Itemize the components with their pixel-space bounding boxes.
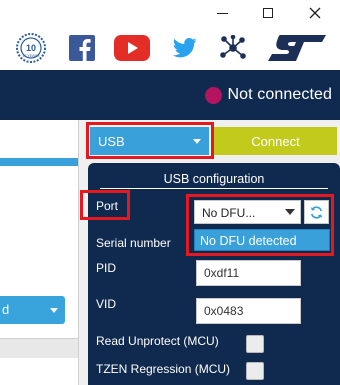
close-icon[interactable] (298, 0, 332, 26)
port-select-value: No DFU... (202, 206, 256, 220)
read-unprotect-checkbox[interactable] (246, 335, 264, 353)
title-underline (100, 188, 328, 189)
chevron-down-icon (193, 139, 201, 144)
refresh-icon (310, 205, 323, 219)
chevron-down-icon (50, 308, 58, 313)
interface-select[interactable]: USB (90, 127, 209, 155)
port-select[interactable]: No DFU... (194, 200, 301, 224)
badge-text: 10 YEARS (22, 54, 40, 58)
st-logo-icon[interactable] (262, 26, 332, 70)
pid-field[interactable]: 0xdf11 (196, 260, 301, 286)
maximize-icon[interactable] (251, 0, 285, 26)
usb-configuration-title: USB configuration (163, 172, 265, 186)
left-panel-header (0, 158, 78, 166)
interface-select-value: USB (98, 134, 125, 149)
social-links-bar: 10 10 YEARS (0, 26, 340, 70)
pid-label: PID (96, 261, 117, 275)
refresh-button[interactable] (304, 200, 329, 224)
app-header: Not connected (0, 70, 340, 120)
status-text: Not connected (227, 86, 332, 103)
network-icon[interactable] (217, 26, 249, 70)
connect-button[interactable]: Connect (214, 127, 337, 155)
svg-text:10: 10 (26, 43, 36, 53)
tzen-regression-checkbox[interactable] (246, 362, 264, 380)
chevron-down-icon (285, 209, 295, 215)
left-select-value: d (2, 302, 10, 317)
youtube-icon[interactable] (111, 26, 153, 70)
vid-field[interactable]: 0x0483 (196, 298, 301, 324)
connection-status: Not connected (204, 70, 332, 120)
status-indicator-icon (204, 86, 222, 104)
facebook-icon[interactable] (66, 26, 98, 70)
minimize-icon[interactable] (205, 0, 239, 26)
title-bar (0, 0, 340, 26)
port-label: Port (96, 199, 119, 213)
left-panel-select[interactable]: d (0, 296, 65, 324)
serial-number-label: Serial number (96, 236, 171, 250)
10-years-badge-icon[interactable]: 10 10 YEARS (14, 26, 48, 70)
twitter-icon[interactable] (170, 26, 200, 70)
left-panel: d (0, 120, 78, 385)
tzen-regression-label: TZEN Regression (MCU) (96, 362, 231, 376)
port-option-no-dfu[interactable]: No DFU detected (200, 234, 297, 248)
left-panel-divider (0, 338, 78, 358)
read-unprotect-label: Read Unprotect (MCU) (96, 334, 219, 348)
vid-label: VID (96, 297, 117, 311)
port-dropdown-list: No DFU detected (194, 229, 330, 251)
